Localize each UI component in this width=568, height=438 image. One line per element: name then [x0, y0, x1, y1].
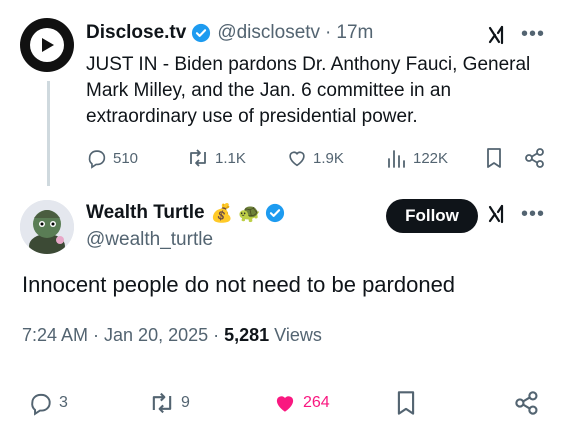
verified-icon	[192, 23, 211, 43]
like-button[interactable]: 1.9K	[286, 147, 344, 169]
grok-icon[interactable]	[487, 203, 509, 225]
bookmark-button[interactable]	[484, 147, 509, 169]
reply-button[interactable]: 3	[28, 390, 68, 416]
bookmark-button[interactable]	[394, 390, 423, 416]
bookmark-icon	[487, 148, 501, 168]
parent-tweet-text: JUST IN - Biden pardons Dr. Anthony Fauc…	[86, 54, 531, 127]
views-icon	[388, 150, 405, 168]
main-author-name[interactable]: Wealth Turtle	[86, 202, 205, 224]
disclose-avatar[interactable]	[20, 18, 74, 72]
like-filled-icon	[276, 396, 294, 412]
like-button[interactable]: 264	[272, 390, 330, 416]
share-icon	[525, 148, 544, 168]
repost-button[interactable]: 1.1K	[186, 147, 246, 169]
tweet-meta: 7:24 AM · Jan 20, 2025 · 5,281 Views	[22, 325, 322, 346]
repost-icon	[190, 149, 206, 167]
repost-icon	[152, 392, 172, 414]
follow-button[interactable]: Follow	[386, 199, 478, 233]
like-count: 1.9K	[313, 149, 344, 167]
reply-count: 510	[113, 149, 139, 167]
views-number: 5,281	[224, 325, 270, 345]
more-icon[interactable]: •••	[521, 203, 545, 226]
main-author-row: Wealth Turtle 💰 🐢	[86, 202, 285, 224]
more-icon[interactable]: •••	[521, 23, 545, 46]
wealth-turtle-avatar[interactable]	[20, 200, 74, 254]
grok-icon[interactable]	[487, 24, 509, 46]
share-icon	[515, 391, 538, 415]
share-button[interactable]	[524, 147, 551, 169]
play-logo-icon	[30, 28, 64, 62]
parent-header: Disclose.tv @disclosetv · 17m	[86, 22, 373, 44]
like-icon	[289, 151, 305, 167]
tweet-timestamp[interactable]: 7:24 AM · Jan 20, 2025 ·	[22, 325, 224, 345]
repost-count: 1.1K	[215, 149, 246, 167]
thread-connector	[47, 81, 50, 186]
verified-icon	[266, 203, 285, 223]
parent-actions: 510 1.1K 1.9K 122K	[86, 147, 556, 171]
main-author-handle[interactable]: @wealth_turtle	[86, 229, 213, 251]
parent-author-name[interactable]: Disclose.tv	[86, 22, 186, 44]
views-button[interactable]: 122K	[386, 147, 448, 169]
share-button[interactable]	[514, 390, 545, 416]
repost-button[interactable]: 9	[148, 390, 190, 416]
reply-count: 3	[59, 394, 68, 411]
separator-dot: ·	[325, 22, 332, 43]
reply-icon	[31, 393, 51, 416]
parent-author-handle[interactable]: @disclosetv	[217, 22, 320, 44]
main-actions: 3 9 264	[0, 390, 568, 418]
views-count: 122K	[413, 149, 449, 167]
views-label: Views	[269, 325, 322, 345]
author-emojis: 💰 🐢	[210, 202, 261, 223]
reply-icon	[88, 150, 106, 169]
like-count: 264	[303, 394, 330, 411]
repost-count: 9	[181, 394, 190, 411]
parent-time[interactable]: 17m	[336, 22, 373, 44]
reply-button[interactable]: 510	[86, 147, 138, 169]
bookmark-icon	[397, 391, 415, 415]
main-tweet-text: Innocent people do not need to be pardon…	[22, 272, 456, 297]
